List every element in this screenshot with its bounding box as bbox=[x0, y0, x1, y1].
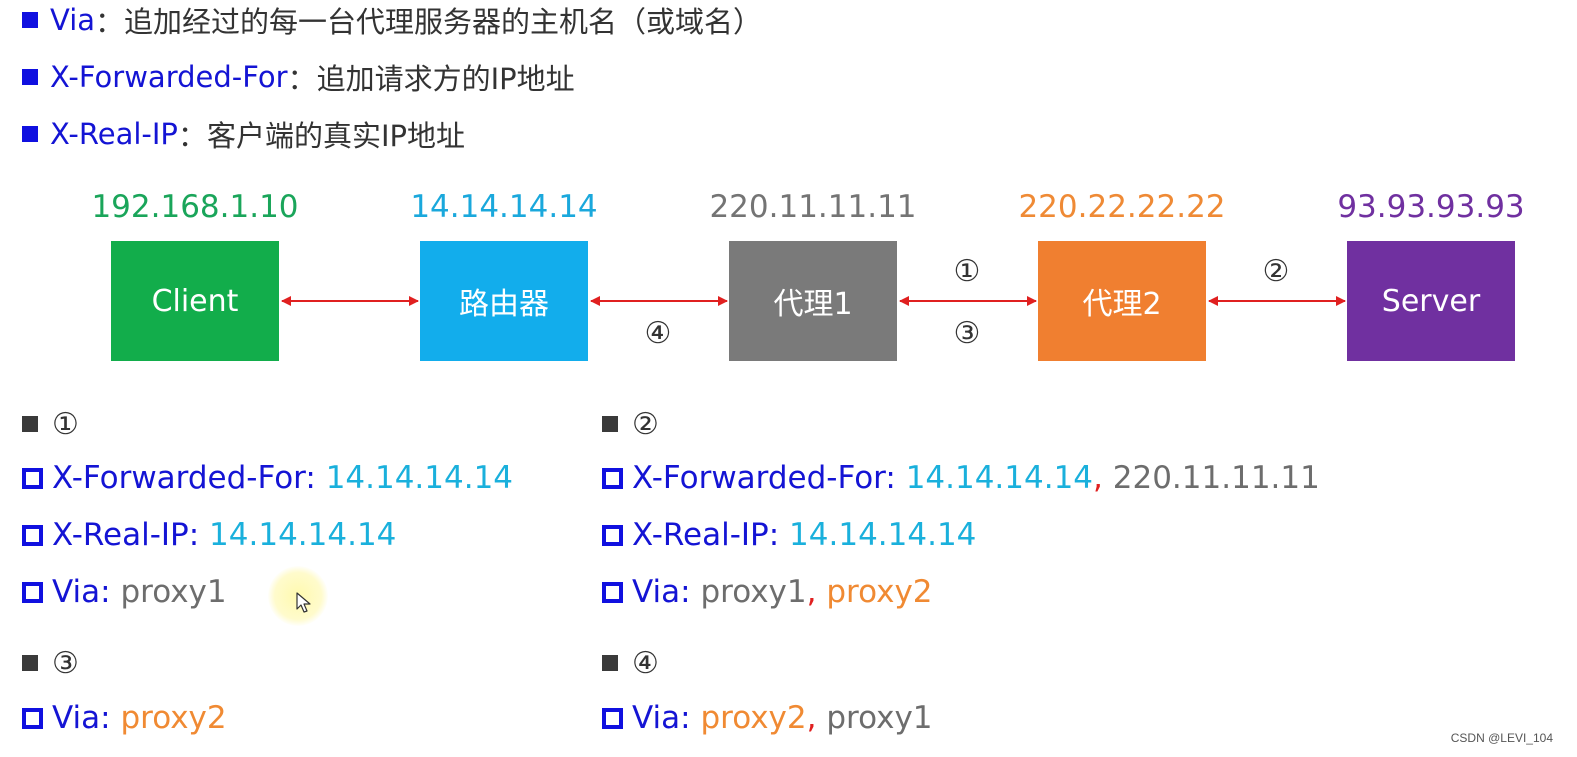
section-marker: ① bbox=[52, 406, 79, 442]
section-marker: ④ bbox=[632, 645, 659, 681]
header-value: 14.14.14.14 bbox=[905, 460, 1094, 496]
section-2-real-ip: X-Real-IP: 14.14.14.14 bbox=[602, 513, 976, 557]
header-key: X-Forwarded-For: bbox=[632, 460, 896, 496]
ip-proxy1: 220.11.11.11 bbox=[709, 189, 917, 225]
section-square-icon bbox=[22, 416, 38, 432]
hollow-square-icon bbox=[22, 524, 43, 546]
section-2-header: ② bbox=[602, 404, 659, 444]
header-key: X-Real-IP: bbox=[52, 517, 200, 553]
node-client: Client bbox=[111, 241, 279, 361]
section-2-via: Via: proxy1, proxy2 bbox=[602, 570, 933, 614]
value-separator: , bbox=[806, 700, 817, 736]
hollow-square-icon bbox=[22, 467, 43, 489]
mouse-pointer-icon bbox=[296, 592, 311, 613]
node-server: Server bbox=[1347, 241, 1515, 361]
watermark: CSDN @LEVI_104 bbox=[1450, 731, 1553, 745]
hollow-square-icon bbox=[602, 581, 623, 603]
header-value: proxy1 bbox=[826, 700, 933, 736]
section-3-via: Via: proxy2 bbox=[22, 696, 227, 740]
section-4-via: Via: proxy2, proxy1 bbox=[602, 696, 933, 740]
section-2-xff: X-Forwarded-For: 14.14.14.14, 220.11.11.… bbox=[602, 456, 1320, 500]
diagram-step-1: ① bbox=[953, 254, 981, 289]
header-value: 220.11.11.11 bbox=[1112, 460, 1320, 496]
connection-arrows bbox=[281, 296, 1346, 306]
hollow-square-icon bbox=[602, 524, 623, 546]
diagram-step-3: ③ bbox=[953, 316, 981, 351]
diagram-step-4: ④ bbox=[644, 316, 672, 351]
header-value: proxy2 bbox=[120, 700, 227, 736]
ip-server: 93.93.93.93 bbox=[1337, 189, 1525, 225]
node-router: 路由器 bbox=[420, 241, 588, 361]
header-key: Via: bbox=[632, 700, 691, 736]
header-key: X-Real-IP: bbox=[632, 517, 780, 553]
value-separator: , bbox=[806, 574, 817, 610]
header-value: proxy1 bbox=[700, 574, 807, 610]
ip-router: 14.14.14.14 bbox=[410, 189, 598, 225]
ip-client: 192.168.1.10 bbox=[91, 189, 299, 225]
header-value: 14.14.14.14 bbox=[789, 517, 977, 553]
section-1-real-ip: X-Real-IP: 14.14.14.14 bbox=[22, 513, 396, 557]
section-square-icon bbox=[602, 655, 618, 671]
hollow-square-icon bbox=[22, 581, 43, 603]
section-3-header: ③ bbox=[22, 643, 79, 683]
section-marker: ③ bbox=[52, 645, 79, 681]
slide: Via ： 追加经过的每一台代理服务器的主机名（或域名） X-Forwarded… bbox=[0, 0, 1577, 757]
header-key: Via: bbox=[52, 574, 111, 610]
header-value: 14.14.14.14 bbox=[209, 517, 397, 553]
section-square-icon bbox=[22, 655, 38, 671]
node-proxy1: 代理1 bbox=[729, 241, 897, 361]
hollow-square-icon bbox=[602, 707, 623, 729]
header-key: Via: bbox=[632, 574, 691, 610]
value-separator: , bbox=[1093, 460, 1103, 496]
ip-proxy2: 220.22.22.22 bbox=[1018, 189, 1226, 225]
section-square-icon bbox=[602, 416, 618, 432]
hollow-square-icon bbox=[602, 467, 623, 489]
section-1-header: ① bbox=[22, 404, 79, 444]
header-value: proxy2 bbox=[826, 574, 933, 610]
section-marker: ② bbox=[632, 406, 659, 442]
node-proxy2: 代理2 bbox=[1038, 241, 1206, 361]
header-value: proxy2 bbox=[700, 700, 807, 736]
header-value: proxy1 bbox=[120, 574, 227, 610]
header-value: 14.14.14.14 bbox=[325, 460, 514, 496]
header-key: Via: bbox=[52, 700, 111, 736]
section-1-via: Via: proxy1 bbox=[22, 570, 227, 614]
header-key: X-Forwarded-For: bbox=[52, 460, 316, 496]
hollow-square-icon bbox=[22, 707, 43, 729]
section-1-xff: X-Forwarded-For: 14.14.14.14 bbox=[22, 456, 513, 500]
section-4-header: ④ bbox=[602, 643, 659, 683]
diagram-step-2: ② bbox=[1262, 254, 1290, 289]
